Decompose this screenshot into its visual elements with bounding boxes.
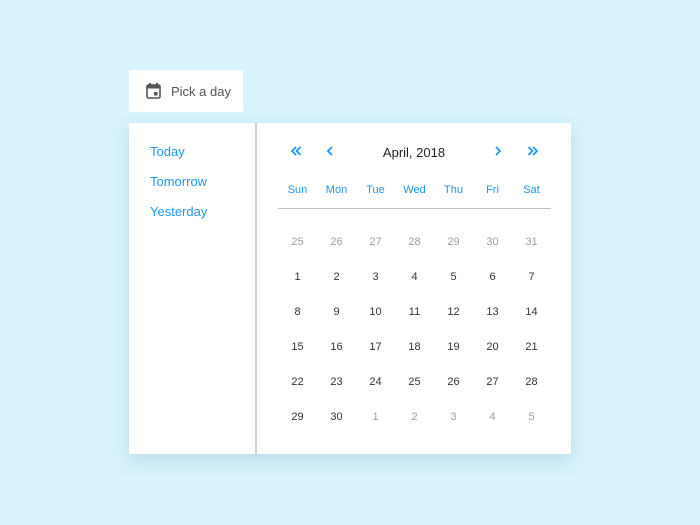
day-cell[interactable]: 18 (395, 334, 434, 369)
weekday-label: Tue (366, 184, 385, 196)
day-grid: 25 26 27 28 29 30 31 1 2 3 4 5 6 7 8 9 10 11 12 13 14 15 16 17 1… (278, 229, 551, 439)
day-cell[interactable]: 13 (473, 299, 512, 334)
day-cell[interactable]: 11 (395, 299, 434, 334)
day-cell-other-month[interactable]: 5 (512, 404, 551, 439)
week-row: 22 23 24 25 26 27 28 (278, 369, 551, 404)
day-cell-other-month[interactable]: 25 (278, 229, 317, 264)
day-cell-other-month[interactable]: 29 (434, 229, 473, 264)
day-cell[interactable]: 16 (317, 334, 356, 369)
day-cell[interactable]: 30 (317, 404, 356, 439)
day-cell[interactable]: 26 (434, 369, 473, 404)
day-cell[interactable]: 12 (434, 299, 473, 334)
day-cell-other-month[interactable]: 1 (356, 404, 395, 439)
day-cell[interactable]: 27 (473, 369, 512, 404)
day-cell-other-month[interactable]: 4 (473, 404, 512, 439)
day-cell[interactable]: 17 (356, 334, 395, 369)
day-cell[interactable]: 28 (512, 369, 551, 404)
pick-a-day-button[interactable]: Pick a day (129, 70, 243, 112)
day-cell[interactable]: 20 (473, 334, 512, 369)
day-cell[interactable]: 25 (395, 369, 434, 404)
weekday-header: Sun Mon Tue Wed Thu Fri Sat (278, 178, 551, 209)
weekday-label: Wed (403, 184, 426, 196)
weekday-label: Thu (444, 184, 463, 196)
week-row: 8 9 10 11 12 13 14 (278, 299, 551, 334)
day-cell[interactable]: 6 (473, 264, 512, 299)
shortcut-today[interactable]: Today (129, 144, 255, 174)
calendar-nav: April, 2018 (257, 145, 571, 161)
day-cell-other-month[interactable]: 26 (317, 229, 356, 264)
date-picker-panel: Today Tomorrow Yesterday April, 2018 Sun… (129, 123, 571, 454)
day-cell[interactable]: 14 (512, 299, 551, 334)
weekday-label: Fri (486, 184, 499, 196)
day-cell[interactable]: 21 (512, 334, 551, 369)
double-chevron-right-icon (527, 146, 539, 156)
day-cell[interactable]: 23 (317, 369, 356, 404)
day-cell[interactable]: 1 (278, 264, 317, 299)
day-cell-other-month[interactable]: 2 (395, 404, 434, 439)
pick-a-day-label: Pick a day (171, 83, 231, 99)
shortcut-list: Today Tomorrow Yesterday (129, 123, 257, 454)
day-cell[interactable]: 4 (395, 264, 434, 299)
day-cell-other-month[interactable]: 3 (434, 404, 473, 439)
day-cell-other-month[interactable]: 27 (356, 229, 395, 264)
shortcut-tomorrow[interactable]: Tomorrow (129, 174, 255, 204)
day-cell-other-month[interactable]: 30 (473, 229, 512, 264)
shortcut-yesterday[interactable]: Yesterday (129, 204, 255, 234)
day-cell-other-month[interactable]: 31 (512, 229, 551, 264)
week-row: 29 30 1 2 3 4 5 (278, 404, 551, 439)
day-cell[interactable]: 19 (434, 334, 473, 369)
next-year-button[interactable] (523, 145, 543, 157)
day-cell[interactable]: 5 (434, 264, 473, 299)
day-cell[interactable]: 9 (317, 299, 356, 334)
calendar-grid: Sun Mon Tue Wed Thu Fri Sat 25 26 27 28 29 30 31 1 2 3 4… (278, 178, 551, 439)
day-cell[interactable]: 3 (356, 264, 395, 299)
next-month-button[interactable] (488, 145, 508, 157)
week-row: 15 16 17 18 19 20 21 (278, 334, 551, 369)
day-cell[interactable]: 15 (278, 334, 317, 369)
week-row: 25 26 27 28 29 30 31 (278, 229, 551, 264)
day-cell[interactable]: 10 (356, 299, 395, 334)
day-cell[interactable]: 8 (278, 299, 317, 334)
day-cell-other-month[interactable]: 28 (395, 229, 434, 264)
chevron-right-icon (495, 146, 502, 156)
weekday-label: Sat (523, 184, 540, 196)
day-cell[interactable]: 24 (356, 369, 395, 404)
calendar: April, 2018 Sun Mon Tue Wed Thu Fri Sat 25 26 27… (257, 123, 571, 454)
weekday-label: Mon (325, 184, 348, 196)
calendar-icon (146, 83, 161, 99)
week-row: 1234567 (278, 264, 551, 299)
day-cell[interactable]: 22 (278, 369, 317, 404)
weekday-label: Sun (287, 184, 308, 196)
day-cell[interactable]: 7 (512, 264, 551, 299)
day-cell[interactable]: 2 (317, 264, 356, 299)
day-cell[interactable]: 29 (278, 404, 317, 439)
